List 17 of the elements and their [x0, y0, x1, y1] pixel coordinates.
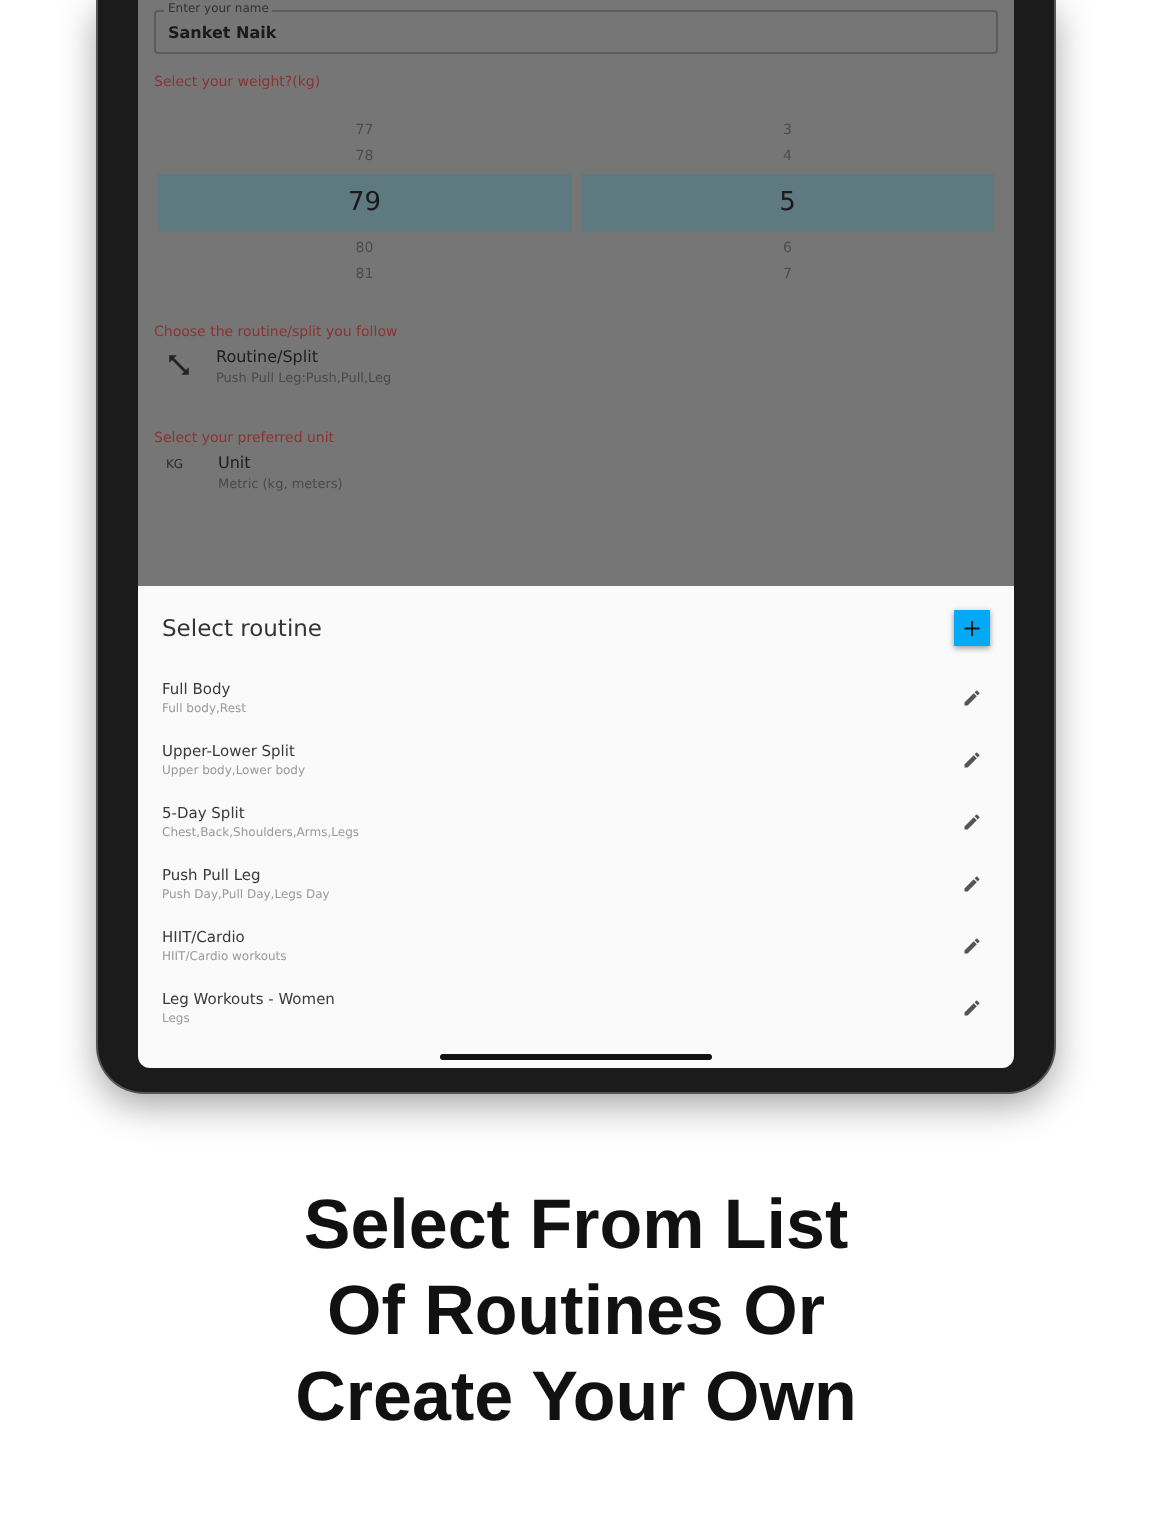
- picker-selected-value[interactable]: 5: [581, 174, 994, 232]
- setting-title: Unit: [218, 454, 253, 472]
- caption-line: Of Routines Or: [327, 1270, 825, 1354]
- picker-selected-value[interactable]: 79: [158, 174, 571, 232]
- edit-icon[interactable]: [962, 935, 982, 955]
- edit-icon[interactable]: [962, 811, 982, 831]
- edit-icon[interactable]: [962, 997, 982, 1017]
- caption-line: Create Your Own: [295, 1356, 857, 1440]
- edit-icon[interactable]: [962, 873, 982, 893]
- sheet-title: Select routine: [162, 614, 323, 642]
- field-value: Sanket Naik: [168, 23, 277, 41]
- edit-icon[interactable]: [962, 687, 982, 707]
- setting-title: Routine/Split: [216, 348, 320, 366]
- add-button[interactable]: +: [954, 610, 990, 646]
- edit-icon[interactable]: [962, 749, 982, 769]
- expand-arrows-icon: [166, 352, 192, 378]
- caption-line: Select From List: [303, 1184, 849, 1268]
